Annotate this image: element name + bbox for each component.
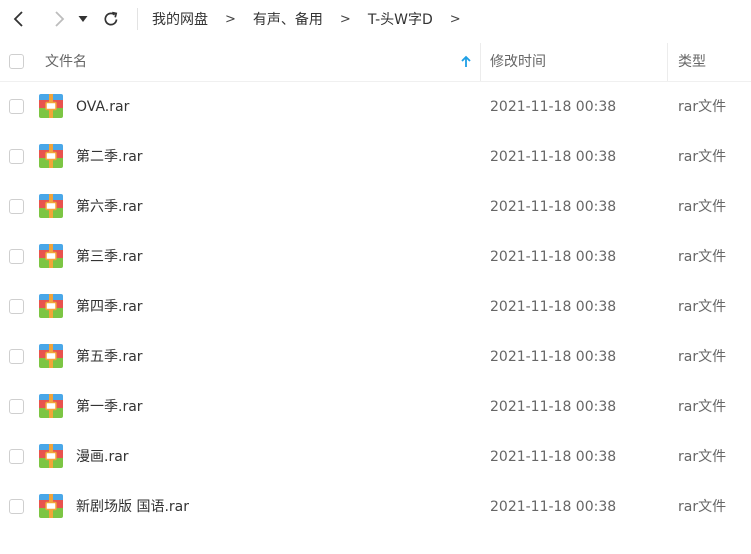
rar-archive-icon: [39, 244, 63, 268]
file-type: rar文件: [678, 349, 727, 365]
file-modified-time: 2021-11-18 00:38: [490, 299, 617, 315]
file-modified-time: 2021-11-18 00:38: [490, 499, 617, 515]
file-name[interactable]: 第五季.rar: [76, 332, 143, 382]
arrow-up-icon[interactable]: [459, 55, 473, 69]
file-modified-time: 2021-11-18 00:38: [490, 449, 617, 465]
rar-archive-icon: [39, 144, 63, 168]
rar-archive-icon: [39, 294, 63, 318]
file-type: rar文件: [678, 249, 727, 265]
file-modified-time: 2021-11-18 00:38: [490, 149, 617, 165]
table-row[interactable]: 第六季.rar 2021-11-18 00:38 rar文件: [0, 182, 751, 232]
breadcrumb-item-folder[interactable]: 有声、备用: [253, 9, 323, 29]
rar-archive-icon: [39, 394, 63, 418]
file-type: rar文件: [678, 499, 727, 515]
file-name[interactable]: 漫画.rar: [76, 432, 129, 482]
file-type: rar文件: [678, 199, 727, 215]
file-name[interactable]: 第四季.rar: [76, 282, 143, 332]
file-modified-time: 2021-11-18 00:38: [490, 349, 617, 365]
file-type: rar文件: [678, 299, 727, 315]
caret-down-icon: [78, 16, 88, 22]
row-checkbox[interactable]: [9, 99, 24, 114]
row-checkbox[interactable]: [9, 349, 24, 364]
file-modified-time: 2021-11-18 00:38: [490, 199, 617, 215]
file-name[interactable]: 第二季.rar: [76, 132, 143, 182]
table-row[interactable]: OVA.rar 2021-11-18 00:38 rar文件: [0, 82, 751, 132]
refresh-icon: [104, 11, 118, 26]
row-checkbox[interactable]: [9, 499, 24, 514]
history-dropdown-button[interactable]: [73, 6, 93, 32]
table-row[interactable]: 第一季.rar 2021-11-18 00:38 rar文件: [0, 382, 751, 432]
forward-button[interactable]: [46, 6, 72, 32]
file-type: rar文件: [678, 99, 727, 115]
file-modified-time: 2021-11-18 00:38: [490, 399, 617, 415]
row-checkbox[interactable]: [9, 399, 24, 414]
breadcrumb-separator: >: [339, 11, 351, 27]
file-name[interactable]: 新剧场版 国语.rar: [76, 482, 189, 532]
file-modified-time: 2021-11-18 00:38: [490, 249, 617, 265]
file-modified-time: 2021-11-18 00:38: [490, 99, 617, 115]
file-name[interactable]: 第一季.rar: [76, 382, 143, 432]
row-checkbox[interactable]: [9, 299, 24, 314]
column-header-name[interactable]: 文件名: [45, 43, 87, 81]
table-header: 文件名 修改时间 类型: [0, 43, 751, 82]
chevron-left-icon: [13, 11, 23, 27]
table-row[interactable]: 第三季.rar 2021-11-18 00:38 rar文件: [0, 232, 751, 282]
table-row[interactable]: 第五季.rar 2021-11-18 00:38 rar文件: [0, 332, 751, 382]
column-divider[interactable]: [480, 43, 481, 81]
row-checkbox[interactable]: [9, 449, 24, 464]
table-row[interactable]: 第二季.rar 2021-11-18 00:38 rar文件: [0, 132, 751, 182]
rar-archive-icon: [39, 494, 63, 518]
file-type: rar文件: [678, 149, 727, 165]
table-row[interactable]: 第四季.rar 2021-11-18 00:38 rar文件: [0, 282, 751, 332]
breadcrumb-separator: >: [449, 11, 461, 27]
rar-archive-icon: [39, 444, 63, 468]
breadcrumb: 我的网盘 > 有声、备用 > T-头W字D >: [152, 0, 478, 38]
file-name[interactable]: OVA.rar: [76, 82, 129, 132]
row-checkbox[interactable]: [9, 249, 24, 264]
column-header-type[interactable]: 类型: [678, 43, 706, 81]
breadcrumb-item-root[interactable]: 我的网盘: [152, 9, 208, 29]
rar-archive-icon: [39, 344, 63, 368]
row-checkbox[interactable]: [9, 149, 24, 164]
toolbar-divider: [137, 8, 138, 30]
refresh-button[interactable]: [98, 6, 124, 32]
select-all-checkbox[interactable]: [9, 54, 24, 69]
back-button[interactable]: [6, 6, 32, 32]
table-row[interactable]: 新剧场版 国语.rar 2021-11-18 00:38 rar文件: [0, 482, 751, 532]
rar-archive-icon: [39, 94, 63, 118]
breadcrumb-item-current[interactable]: T-头W字D: [368, 9, 433, 29]
table-row[interactable]: 漫画.rar 2021-11-18 00:38 rar文件: [0, 432, 751, 482]
column-header-modified[interactable]: 修改时间: [490, 43, 546, 81]
row-checkbox[interactable]: [9, 199, 24, 214]
rar-archive-icon: [39, 194, 63, 218]
column-divider[interactable]: [667, 43, 668, 81]
chevron-right-icon: [55, 11, 65, 27]
file-name[interactable]: 第六季.rar: [76, 182, 143, 232]
file-type: rar文件: [678, 449, 727, 465]
file-type: rar文件: [678, 399, 727, 415]
file-name[interactable]: 第三季.rar: [76, 232, 143, 282]
toolbar: 我的网盘 > 有声、备用 > T-头W字D >: [0, 0, 751, 38]
breadcrumb-separator: >: [225, 11, 236, 27]
